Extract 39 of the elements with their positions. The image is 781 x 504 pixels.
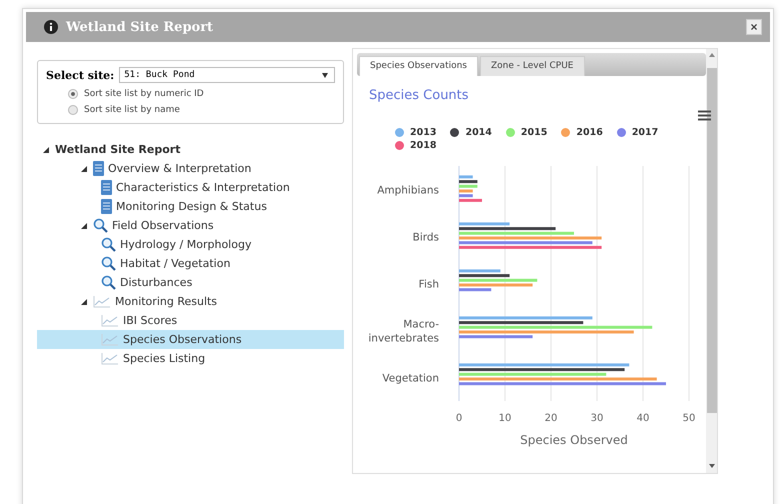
site-dropdown[interactable]: 51: Buck Pond bbox=[119, 67, 335, 83]
legend-item[interactable]: 2013 bbox=[395, 127, 436, 138]
tick-label: 20 bbox=[544, 413, 558, 424]
select-label: Select site: bbox=[46, 68, 114, 82]
tree-item[interactable]: Characteristics & Interpretation bbox=[116, 181, 290, 194]
chart-title: Species Counts bbox=[369, 88, 470, 103]
category-label: Birds bbox=[412, 232, 439, 244]
tab[interactable]: Zone - Level CPUE bbox=[480, 56, 584, 76]
tree-item[interactable]: Disturbances bbox=[120, 276, 192, 289]
tick-label: 50 bbox=[682, 413, 696, 424]
legend-item[interactable]: 2016 bbox=[561, 127, 603, 138]
close-button[interactable]: × bbox=[746, 19, 762, 35]
tree-item[interactable]: Monitoring Results bbox=[115, 295, 218, 308]
legend-item[interactable]: 2018 bbox=[395, 140, 436, 151]
tick-label: 10 bbox=[498, 413, 512, 424]
selected-tree-item[interactable]: Species Observations bbox=[37, 330, 344, 349]
category-label: Vegetation bbox=[382, 372, 439, 384]
tick-label: 0 bbox=[456, 413, 462, 424]
category-label: Fish bbox=[418, 278, 439, 290]
legend-item[interactable]: 2015 bbox=[506, 127, 548, 138]
legend-item[interactable]: 2017 bbox=[616, 127, 658, 138]
tree-item[interactable]: Monitoring Design & Status bbox=[116, 200, 267, 213]
radio-label: Sort site list by numeric ID bbox=[84, 89, 204, 99]
tick-label: 30 bbox=[590, 413, 604, 424]
tree-item[interactable]: IBI Scores bbox=[123, 314, 178, 327]
category-label: Amphibians bbox=[377, 184, 439, 196]
tree-item[interactable]: Wetland Site Report bbox=[55, 143, 180, 156]
tree-item[interactable]: Species Listing bbox=[123, 352, 206, 365]
window-title: Wetland Site Report bbox=[66, 20, 214, 34]
tree-item[interactable]: Hydrology / Morphology bbox=[120, 238, 252, 251]
legend-item[interactable]: 2014 bbox=[450, 127, 492, 138]
tree-item[interactable]: Habitat / Vegetation bbox=[120, 257, 230, 270]
radio-label: Sort site list by name bbox=[84, 105, 180, 115]
tab[interactable]: Species Observations bbox=[359, 56, 478, 76]
tick-label: 40 bbox=[636, 413, 650, 424]
tree-item[interactable]: Overview & Interpretation bbox=[108, 162, 252, 175]
category-label: Macro- invertebrates bbox=[368, 318, 439, 344]
axis-title: Species Observed bbox=[520, 433, 628, 447]
tree-item[interactable]: Field Observations bbox=[112, 219, 214, 232]
